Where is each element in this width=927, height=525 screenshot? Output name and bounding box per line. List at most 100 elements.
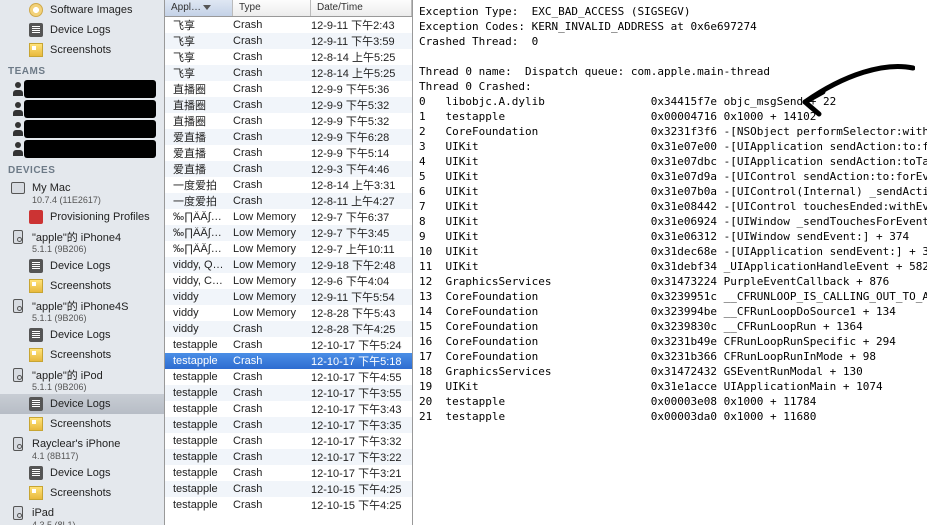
table-row[interactable]: testappleCrash12-10-17 下午5:24	[165, 337, 412, 353]
cell-app: 直播圈	[169, 97, 233, 113]
table-row[interactable]: testappleCrash12-10-17 下午3:55	[165, 385, 412, 401]
sidebar-item[interactable]: Provisioning Profiles	[0, 207, 164, 227]
crash-detail-pane[interactable]: Exception Type: EXC_BAD_ACCESS (SIGSEGV)…	[413, 0, 927, 525]
cell-type: Crash	[233, 467, 311, 479]
table-row[interactable]: ‰∏ÄÂ∫…Low Memory12-9-7 上午10:11	[165, 241, 412, 257]
cell-type: Low Memory	[233, 291, 311, 303]
cell-date: 12-10-15 下午4:25	[311, 497, 408, 513]
table-row[interactable]: 飞享Crash12-8-14 上午5:25	[165, 49, 412, 65]
cell-type: Crash	[233, 483, 311, 495]
disc-icon	[28, 2, 44, 18]
cell-type: Crash	[233, 419, 311, 431]
cell-app: viddy, C…	[169, 275, 233, 287]
table-row[interactable]: viddyLow Memory12-8-28 下午5:43	[165, 305, 412, 321]
cell-app: testapple	[169, 355, 233, 367]
sidebar-item[interactable]	[0, 99, 164, 119]
table-row[interactable]: 直播圈Crash12-9-9 下午5:32	[165, 97, 412, 113]
cell-date: 12-8-14 上午5:25	[311, 49, 408, 65]
table-row[interactable]: ‰∏ÄÂ∫…Low Memory12-9-7 下午6:37	[165, 209, 412, 225]
table-row[interactable]: testappleCrash12-10-17 下午5:18	[165, 353, 412, 369]
cell-type: Crash	[233, 147, 311, 159]
cell-date: 12-10-17 下午3:35	[311, 417, 408, 433]
shot-icon	[28, 347, 44, 363]
sidebar-item[interactable]: Device Logs	[0, 20, 164, 40]
sidebar-item[interactable]: Screenshots	[0, 414, 164, 434]
cell-type: Crash	[233, 19, 311, 31]
cell-app: testapple	[169, 419, 233, 431]
sidebar-item-label: Rayclear's iPhone	[32, 438, 120, 450]
table-row[interactable]: 爱直播Crash12-9-9 下午5:14	[165, 145, 412, 161]
sidebar-item[interactable]	[0, 139, 164, 159]
cell-date: 12-10-17 下午3:55	[311, 385, 408, 401]
col-header-date[interactable]: Date/Time	[311, 0, 412, 16]
table-row[interactable]: testappleCrash12-10-17 下午3:21	[165, 465, 412, 481]
table-row[interactable]: testappleCrash12-10-17 下午3:35	[165, 417, 412, 433]
cell-app: testapple	[169, 467, 233, 479]
col-header-type[interactable]: Type	[233, 0, 311, 16]
sidebar-item[interactable]: Device Logs	[0, 325, 164, 345]
table-row[interactable]: testappleCrash12-10-17 下午3:32	[165, 433, 412, 449]
cell-app: ‰∏ÄÂ∫…	[169, 243, 233, 255]
table-row[interactable]: testappleCrash12-10-15 下午4:25	[165, 497, 412, 513]
sidebar-item[interactable]: Screenshots	[0, 483, 164, 503]
table-row[interactable]: 直播圈Crash12-9-9 下午5:32	[165, 113, 412, 129]
sidebar-item[interactable]: Software Images	[0, 0, 164, 20]
table-header[interactable]: Appl… Type Date/Time	[165, 0, 412, 17]
sidebar-item[interactable]	[0, 119, 164, 139]
cell-date: 12-10-17 下午3:21	[311, 465, 408, 481]
cell-app: 直播圈	[169, 113, 233, 129]
sidebar-item[interactable]	[0, 79, 164, 99]
table-row[interactable]: viddyLow Memory12-9-11 下午5:54	[165, 289, 412, 305]
table-row[interactable]: 一度爱拍Crash12-8-11 上午4:27	[165, 193, 412, 209]
cell-app: 爱直播	[169, 145, 233, 161]
table-row[interactable]: viddyCrash12-8-28 下午4:25	[165, 321, 412, 337]
table-row[interactable]: 爱直播Crash12-9-9 下午6:28	[165, 129, 412, 145]
table-row[interactable]: viddy, C…Low Memory12-9-6 下午4:04	[165, 273, 412, 289]
sidebar-item[interactable]: Device Logs	[0, 394, 164, 414]
cell-date: 12-9-7 上午10:11	[311, 241, 408, 257]
cell-app: 飞享	[169, 17, 233, 33]
table-body[interactable]: 飞享Crash12-9-11 下午2:43飞享Crash12-9-11 下午3:…	[165, 17, 412, 525]
sidebar-item[interactable]: Screenshots	[0, 345, 164, 365]
cell-date: 12-9-7 下午6:37	[311, 209, 408, 225]
sidebar-item[interactable]: Device Logs	[0, 463, 164, 483]
sidebar-header-teams: TEAMS	[0, 60, 164, 79]
table-row[interactable]: 飞享Crash12-9-11 下午3:59	[165, 33, 412, 49]
sidebar-item[interactable]: Screenshots	[0, 276, 164, 296]
shot-icon	[28, 42, 44, 58]
cell-type: Crash	[233, 35, 311, 47]
table-row[interactable]: 一度爱拍Crash12-8-14 上午3:31	[165, 177, 412, 193]
table-row[interactable]: ‰∏ÄÂ∫…Low Memory12-9-7 下午3:45	[165, 225, 412, 241]
sidebar-item[interactable]: Screenshots	[0, 40, 164, 60]
cell-date: 12-9-6 下午4:04	[311, 273, 408, 289]
sidebar-item-label: Device Logs	[50, 467, 111, 479]
table-row[interactable]: testappleCrash12-10-17 下午4:55	[165, 369, 412, 385]
cell-type: Low Memory	[233, 307, 311, 319]
cell-type: Crash	[233, 115, 311, 127]
table-row[interactable]: testappleCrash12-10-15 下午4:25	[165, 481, 412, 497]
table-row[interactable]: viddy, Q…Low Memory12-9-18 下午2:48	[165, 257, 412, 273]
cell-date: 12-9-11 下午2:43	[311, 17, 408, 33]
sort-arrow-icon	[203, 5, 211, 10]
table-row[interactable]: 飞享Crash12-8-14 上午5:25	[165, 65, 412, 81]
sidebar-item[interactable]: Device Logs	[0, 256, 164, 276]
cell-app: 爱直播	[169, 161, 233, 177]
table-row[interactable]: testappleCrash12-10-17 下午3:22	[165, 449, 412, 465]
cell-type: Low Memory	[233, 243, 311, 255]
sidebar-item-label: Screenshots	[50, 418, 111, 430]
sidebar-item-label: Device Logs	[50, 329, 111, 341]
cell-app: 飞享	[169, 65, 233, 81]
cell-type: Crash	[233, 131, 311, 143]
dev-icon	[10, 229, 26, 245]
cell-date: 12-10-17 下午5:24	[311, 337, 408, 353]
cell-date: 12-9-7 下午3:45	[311, 225, 408, 241]
sidebar-item-label: My Mac	[32, 182, 71, 194]
table-row[interactable]: 爱直播Crash12-9-3 下午4:46	[165, 161, 412, 177]
sidebar-item-label: Device Logs	[50, 260, 111, 272]
cell-type: Crash	[233, 387, 311, 399]
col-header-app[interactable]: Appl…	[165, 0, 233, 16]
table-row[interactable]: testappleCrash12-10-17 下午3:43	[165, 401, 412, 417]
cell-type: Crash	[233, 451, 311, 463]
table-row[interactable]: 直播圈Crash12-9-9 下午5:36	[165, 81, 412, 97]
table-row[interactable]: 飞享Crash12-9-11 下午2:43	[165, 17, 412, 33]
